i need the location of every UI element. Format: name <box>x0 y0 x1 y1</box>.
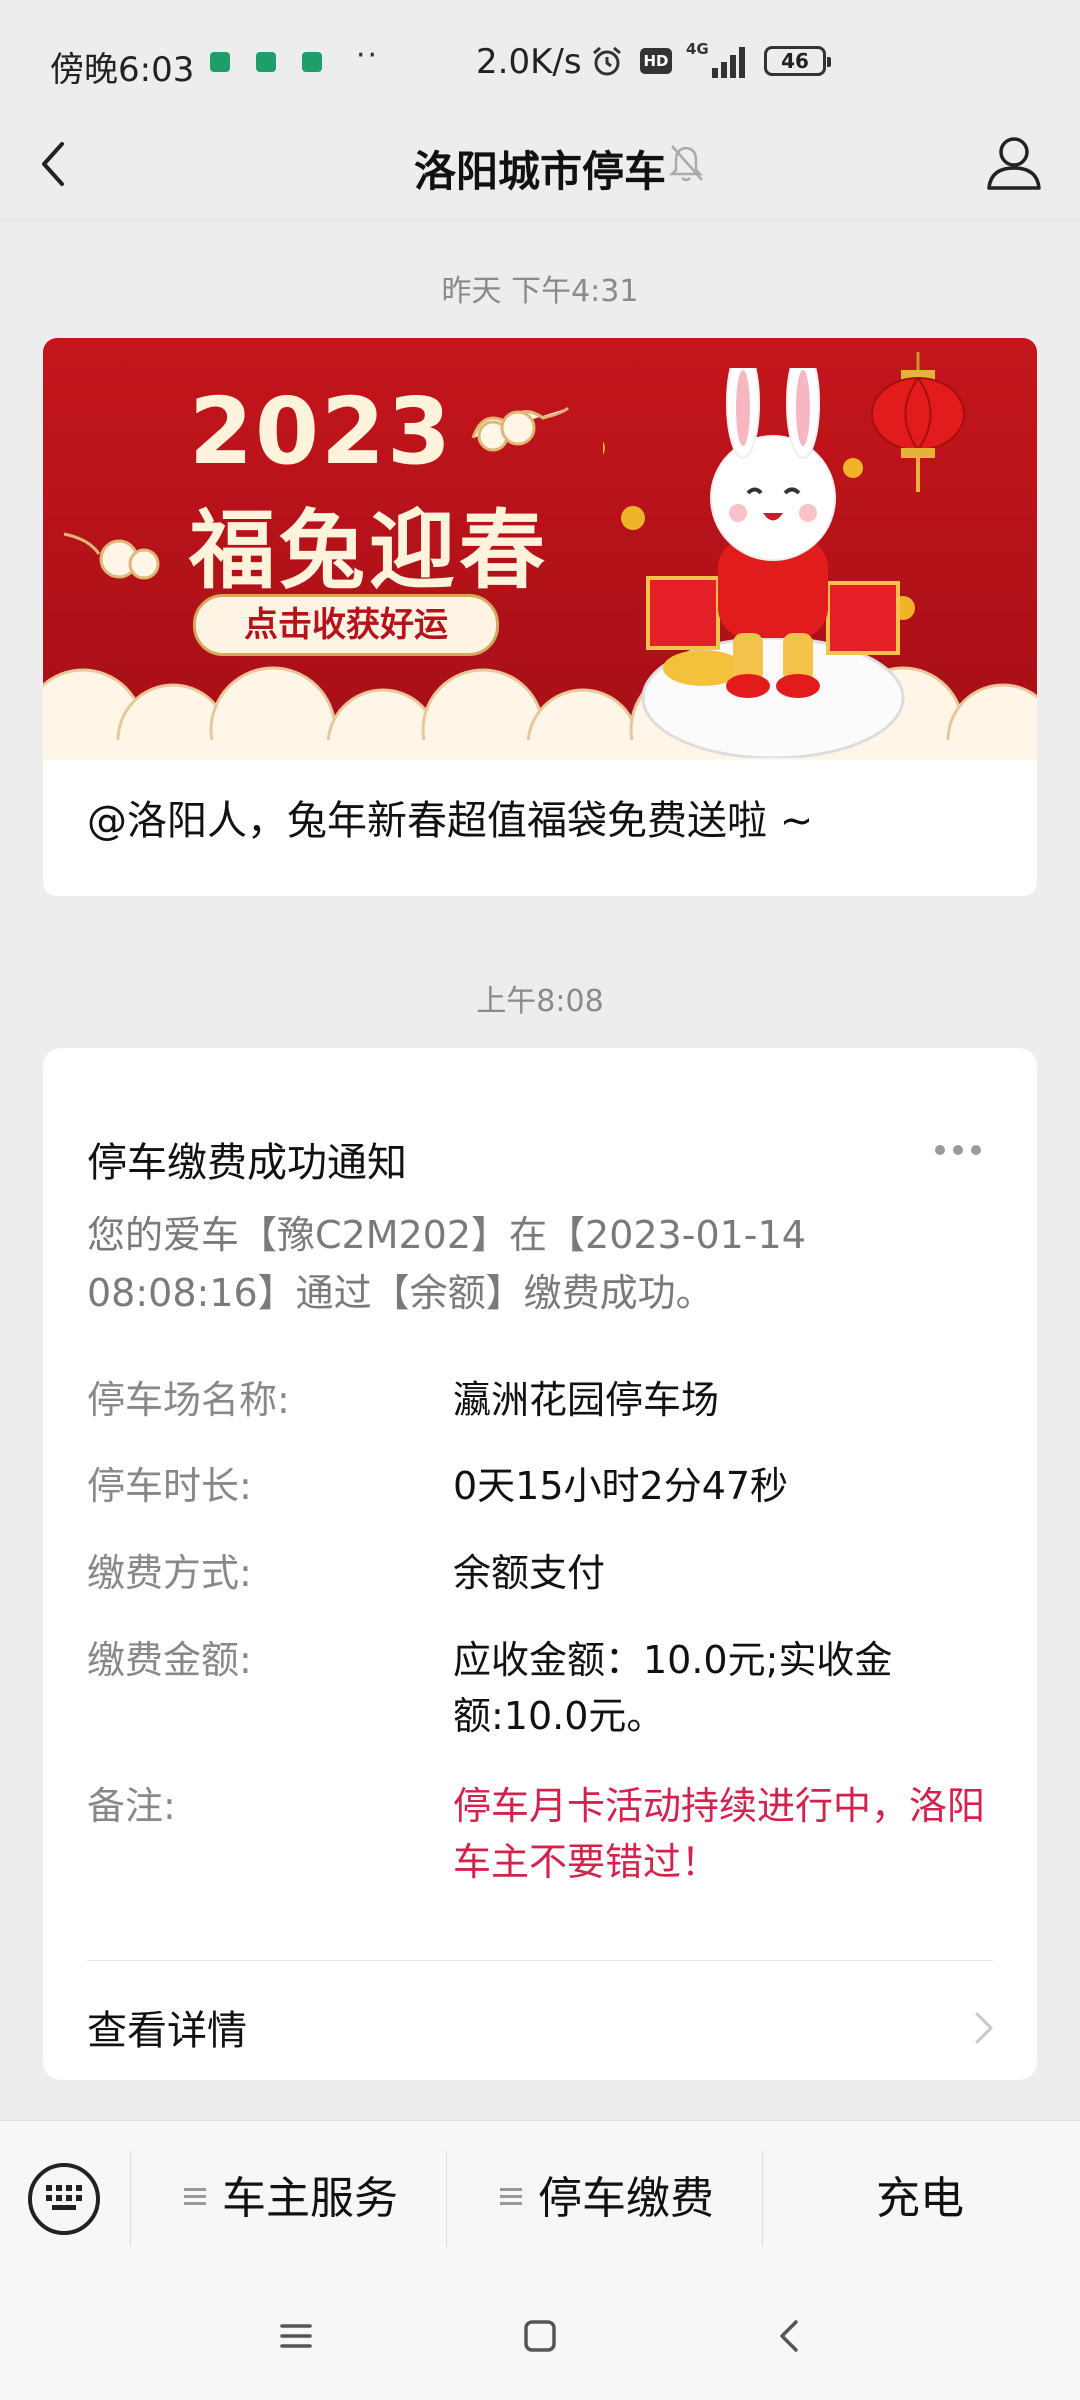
keyboard-glyph <box>46 2185 82 2210</box>
status-time: 傍晚6:03 <box>50 50 195 90</box>
back-triangle-icon[interactable] <box>770 2316 810 2356</box>
notification-icon <box>302 52 322 72</box>
signal-icon: 4G <box>686 40 745 78</box>
official-account-menu: 车主服务 停车缴费 充电 <box>0 2120 1080 2277</box>
profile-icon[interactable] <box>984 132 1044 194</box>
page-title: 洛阳城市停车 <box>413 147 666 196</box>
chevron-right-icon[interactable] <box>973 2010 995 2046</box>
notice-description: 您的爱车【豫C2M202】在【2023-01-14 08:08:16】通过【余额… <box>87 1213 806 1315</box>
notification-icon <box>256 52 276 72</box>
menu-item-owner-service[interactable]: 车主服务 <box>184 2169 398 2229</box>
more-notifications-indicator: ·· <box>356 38 380 73</box>
info-label: 备注: <box>87 1784 176 1828</box>
rabbit-mascot <box>603 368 915 758</box>
promo-card[interactable]: 2023 福兔迎春 点击收获好运 @洛阳人，兔年新春超值福袋免费送啦 ~ <box>43 338 1037 896</box>
info-value: 0天15小时2分47秒 <box>453 1464 789 1508</box>
mute-bell-icon <box>668 145 704 182</box>
banner-year: 2023 <box>189 378 454 485</box>
banner-cta-button[interactable]: 点击收获好运 <box>193 594 499 656</box>
home-square-icon[interactable] <box>520 2316 560 2356</box>
info-label: 停车时长: <box>87 1464 252 1508</box>
notice-title: 停车缴费成功通知 <box>87 1140 407 1186</box>
menu-lines-icon <box>184 2188 206 2206</box>
menu-item-label: 充电 <box>876 2173 964 2224</box>
menu-item-label: 车主服务 <box>222 2173 398 2224</box>
chat-header: 洛阳城市停车 <box>0 110 1080 221</box>
menu-item-charging[interactable]: 充电 <box>876 2169 964 2229</box>
cloud-swirl-icon <box>471 406 570 452</box>
menu-lines-icon <box>500 2188 522 2206</box>
payment-notice-card[interactable]: 停车缴费成功通知 您的爱车【豫C2M202】在【2023-01-14 08:08… <box>43 1048 1037 2080</box>
hd-badge: HD <box>640 48 672 74</box>
menu-item-parking-payment[interactable]: 停车缴费 <box>500 2169 714 2229</box>
battery-icon: 46 <box>764 46 831 76</box>
menu-item-label: 停车缴费 <box>538 2173 714 2224</box>
cloud-swirl-icon <box>63 532 160 580</box>
info-value: 应收金额：10.0元;实收金额:10.0元。 <box>453 1638 893 1738</box>
network-speed: 2.0K/s <box>476 42 582 82</box>
menu-separator <box>762 2151 763 2247</box>
notification-icon <box>210 52 230 72</box>
view-details-link[interactable]: 查看详情 <box>87 1998 247 2056</box>
system-navigation-bar <box>0 2276 1080 2400</box>
info-value: 余额支付 <box>453 1551 606 1595</box>
menu-separator <box>446 2151 447 2247</box>
banner-slogan: 福兔迎春 <box>189 501 549 601</box>
message-timestamp: 上午8:08 <box>476 984 604 1019</box>
message-timestamp: 昨天 下午4:31 <box>441 274 639 309</box>
alarm-icon <box>593 46 621 76</box>
info-label: 缴费金额: <box>87 1638 252 1682</box>
info-label: 缴费方式: <box>87 1551 252 1595</box>
network-type: 4G <box>686 40 709 58</box>
info-label: 停车场名称: <box>87 1378 290 1422</box>
remark-value: 停车月卡活动持续进行中，洛阳车主不要错过！ <box>453 1784 986 1884</box>
divider <box>87 1960 993 1961</box>
status-bar: 傍晚6:03 ·· 2.0K/s HD 4G 46 <box>0 0 1080 120</box>
info-value: 瀛洲花园停车场 <box>453 1378 720 1422</box>
promo-caption[interactable]: @洛阳人，兔年新春超值福袋免费送啦 ~ <box>87 788 813 846</box>
more-dots-icon[interactable] <box>935 1140 995 1160</box>
keyboard-icon[interactable] <box>28 2163 100 2235</box>
promo-banner[interactable]: 2023 福兔迎春 点击收获好运 <box>43 338 1037 760</box>
menu-separator <box>130 2151 131 2247</box>
menu-lines-icon[interactable] <box>276 2316 316 2356</box>
